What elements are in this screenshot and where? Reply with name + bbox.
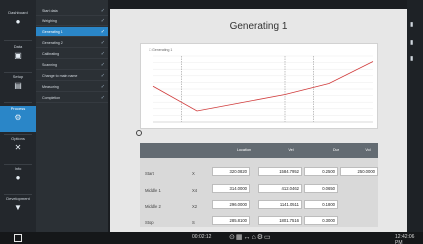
row-code: X4 (192, 188, 198, 193)
rail-data[interactable]: Data ▣ (0, 44, 36, 70)
system-clock: 12:42:06 PM (395, 234, 415, 244)
check-icon: ✓ (100, 73, 105, 79)
rail-setup[interactable]: Setup ▤ (0, 74, 36, 100)
rail-dashboard[interactable]: Dashboard ● (0, 10, 36, 36)
table-header: Location Vel Dur Vol (140, 143, 378, 158)
edge-icon-mid[interactable]: ▮ (410, 40, 418, 46)
step-change-main[interactable]: Change to main name ✓ (36, 71, 108, 81)
elapsed-time: 00:02:12 (192, 234, 212, 240)
step-label: Generating 1 (42, 30, 63, 34)
step-label: Generating 2 (42, 41, 63, 45)
step-scanning[interactable]: Scanning ✓ (36, 60, 108, 70)
check-icon: ✓ (100, 18, 105, 24)
row-label: Middle 2 (145, 204, 161, 209)
cell-dur[interactable]: 0.3000 (304, 216, 338, 225)
rail-options[interactable]: Options ✕ (0, 136, 36, 162)
pin-icon[interactable] (136, 130, 142, 136)
step-completion[interactable]: Completion ✓ (36, 93, 108, 103)
rail-process[interactable]: Process ⚙ (0, 106, 36, 132)
step-label: Measuring (42, 85, 59, 89)
rail-development[interactable]: Development ▼ (0, 196, 36, 222)
header-location: Location (236, 148, 252, 152)
cell-location[interactable]: 320.0820 (212, 167, 250, 176)
row-code: X2 (192, 204, 198, 209)
cell-vel[interactable]: 1801.7516 (258, 216, 302, 225)
cell-vel[interactable]: 1584.7952 (258, 167, 302, 176)
line-chart (152, 55, 374, 123)
main-panel: Generating 1 □ Generating 1 Location Vel… (110, 9, 407, 232)
cell-vel[interactable]: 1141.0511 (258, 200, 302, 209)
step-measuring[interactable]: Measuring ✓ (36, 82, 108, 92)
options-icon: ✕ (14, 143, 22, 152)
clock-icon[interactable]: ⊙ (229, 234, 236, 241)
arrow-icon[interactable]: ↔ (244, 234, 252, 241)
rail-info[interactable]: Info ● (0, 166, 36, 192)
check-icon: ✓ (100, 62, 105, 68)
cell-dur[interactable]: 0.1800 (304, 200, 338, 209)
right-edge (407, 0, 423, 232)
dashboard-label: Dashboard (8, 10, 28, 15)
taskbar: 00:02:12 ⊙▦↔⌂⚙▭ 12:42:06 PM (0, 232, 423, 244)
cell-dur[interactable]: 0.2500 (304, 167, 338, 176)
step-label: Scanning (42, 63, 57, 67)
step-generating-2[interactable]: Generating 2 ✓ (36, 38, 108, 48)
step-label: Change to main name (42, 74, 78, 78)
development-label: Development (6, 196, 30, 201)
step-label: Start data (42, 9, 58, 13)
row-code: S (192, 220, 195, 225)
window-icon[interactable]: ▦ (236, 234, 244, 241)
cell-vel[interactable]: 412.0462 (258, 184, 302, 193)
data-label: Data (13, 44, 23, 49)
data-icon: ▣ (14, 51, 22, 60)
row-label: Start (145, 171, 154, 176)
check-icon: ✓ (100, 51, 105, 57)
process-icon: ⚙ (14, 113, 22, 122)
development-icon: ▼ (14, 203, 22, 212)
cell-location[interactable]: 285.8100 (212, 216, 250, 225)
chart-box: □ Generating 1 (140, 43, 378, 129)
header-dur: Dur (332, 148, 340, 152)
step-list: Start data ✓ Weighing ✓ Generating 1 ✓ Gene… (36, 0, 108, 232)
page-title: Generating 1 (229, 21, 288, 32)
options-label: Options (11, 136, 25, 141)
step-label: Completion (42, 96, 61, 100)
info-icon: ● (15, 173, 21, 182)
step-label: Calibrating (42, 52, 60, 56)
check-icon: ✓ (100, 8, 105, 14)
battery-icon[interactable]: ▭ (264, 234, 272, 241)
step-weighing[interactable]: Weighing ✓ (36, 16, 108, 26)
cell-location[interactable]: 296.0000 (212, 200, 250, 209)
header-vel: Vel (288, 148, 294, 152)
edge-icon-top[interactable]: ▮ (410, 22, 418, 28)
cell-vol[interactable]: 250.0000 (340, 167, 378, 176)
edge-icon-low[interactable]: ▮ (410, 56, 418, 62)
row-label: Stop (145, 220, 154, 225)
row-label: Middle 1 (145, 188, 161, 193)
step-calibrating[interactable]: Calibrating ✓ (36, 49, 108, 59)
tool-icon[interactable]: ⚙ (257, 234, 264, 241)
check-icon: ✓ (100, 29, 105, 35)
row-code: X (192, 171, 195, 176)
info-label: Info (14, 166, 22, 171)
dashboard-icon: ● (15, 17, 21, 26)
taskbar-icons: ⊙▦↔⌂⚙▭ (229, 233, 272, 241)
check-icon: ✓ (100, 95, 105, 101)
process-label: Process (10, 106, 26, 111)
cell-dur[interactable]: 0.0650 (304, 184, 338, 193)
setup-label: Setup (12, 74, 24, 79)
step-generating-1[interactable]: Generating 1 ✓ (36, 27, 108, 37)
left-rail: Dashboard ● Data ▣ Setup ▤ Process ⚙ Opt… (0, 0, 36, 232)
step-start-data[interactable]: Start data ✓ (36, 6, 108, 16)
header-vol: Vol (365, 148, 371, 152)
start-button[interactable] (14, 234, 22, 242)
series-line (152, 61, 374, 112)
generation-table: Location Vel Dur Vol Start X 320.0820 15… (140, 143, 378, 227)
check-icon: ✓ (100, 40, 105, 46)
step-label: Weighing (42, 19, 57, 23)
check-icon: ✓ (100, 84, 105, 90)
setup-icon: ▤ (14, 81, 22, 90)
cell-location[interactable]: 314.0000 (212, 184, 250, 193)
